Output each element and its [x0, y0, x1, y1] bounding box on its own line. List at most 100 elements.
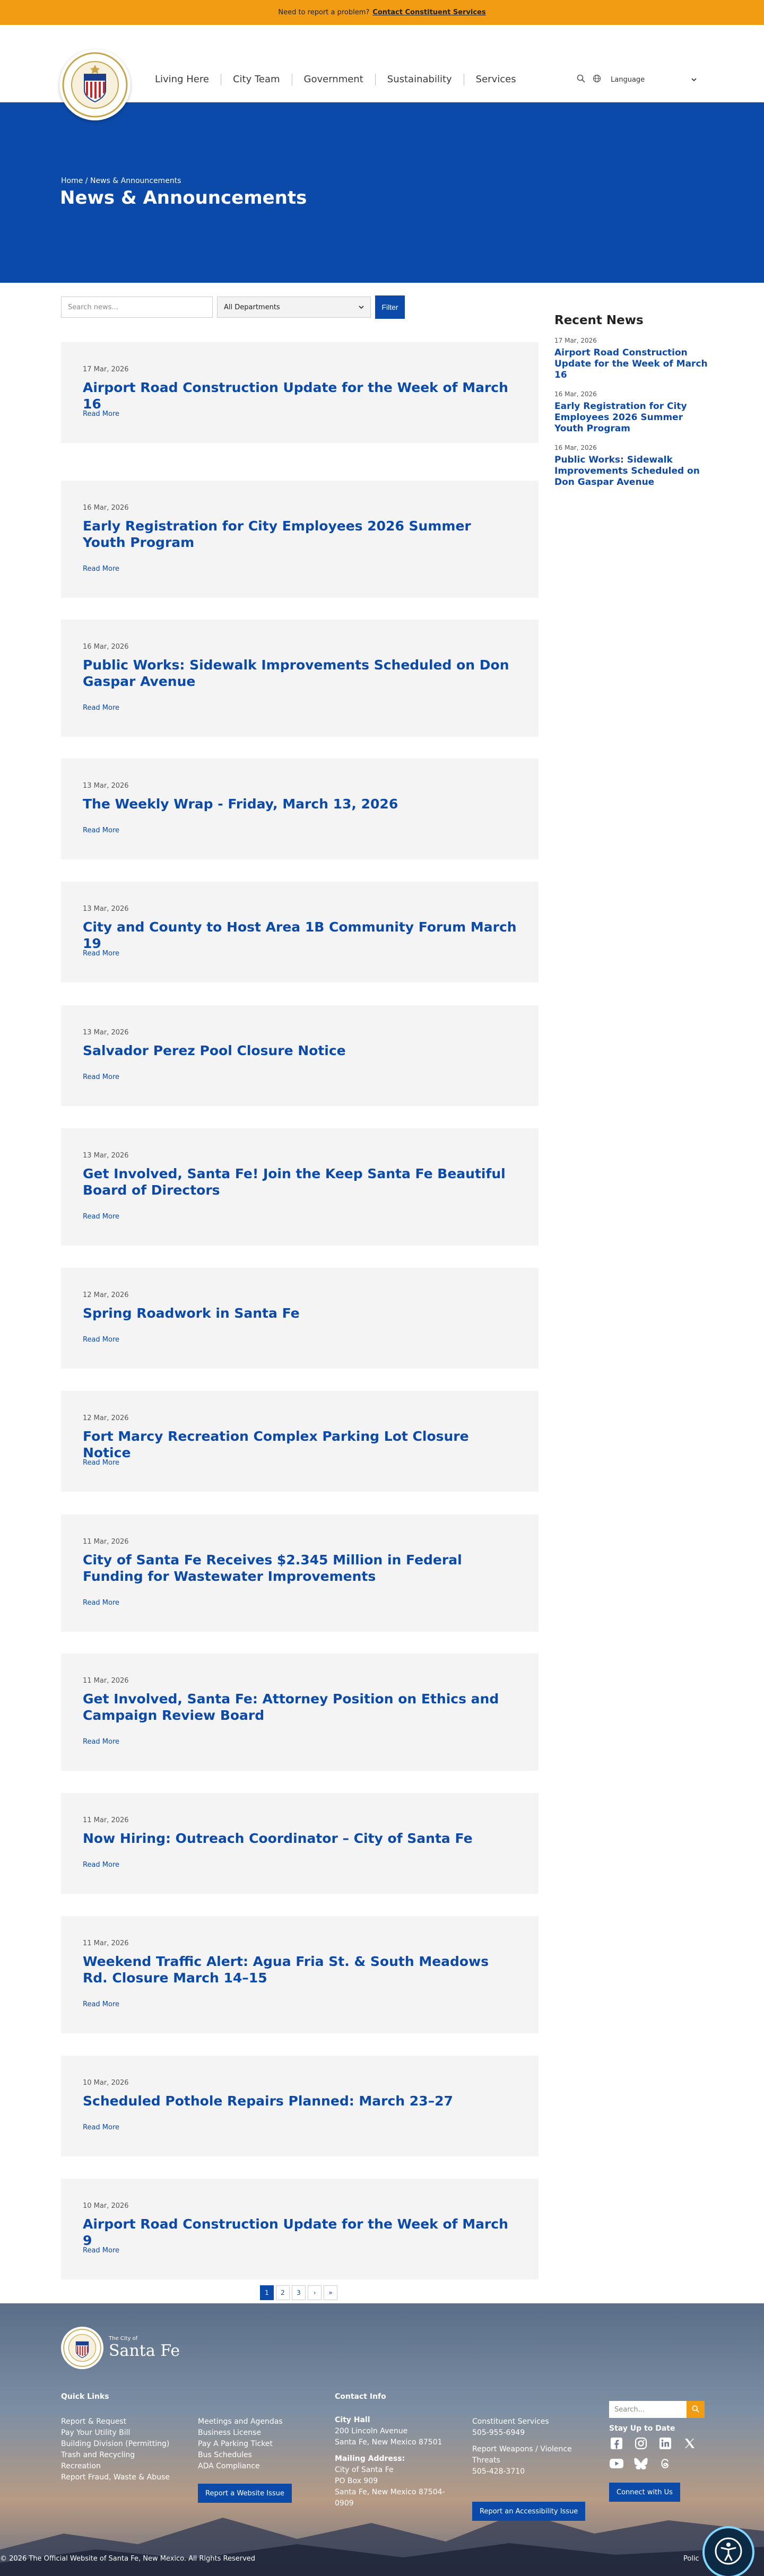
read-more-link[interactable]: Read More [83, 1738, 119, 1746]
news-card: 17 Mar, 2026 Airport Road Construction U… [61, 342, 539, 443]
news-title-link[interactable]: Weekend Traffic Alert: Agua Fria St. & S… [83, 1953, 518, 1986]
footer-search-input[interactable]: Search... [609, 2401, 687, 2418]
footer-link[interactable]: Business License [198, 2427, 283, 2439]
news-title-link[interactable]: City of Santa Fe Receives $2.345 Million… [83, 1552, 518, 1585]
footer-link[interactable]: Report & Request [61, 2416, 170, 2427]
next-page-button[interactable]: › [308, 2285, 322, 2300]
news-title-link[interactable]: Airport Road Construction Update for the… [83, 379, 518, 412]
news-title-link[interactable]: Spring Roadwork in Santa Fe [83, 1305, 518, 1321]
page-2-button[interactable]: 2 [276, 2285, 290, 2300]
news-card: 12 Mar, 2026 Spring Roadwork in Santa Fe… [61, 1268, 539, 1369]
last-page-button[interactable]: » [324, 2285, 337, 2300]
page-title: News & Announcements [60, 187, 307, 208]
search-icon[interactable] [577, 74, 585, 85]
read-more-link[interactable]: Read More [83, 704, 119, 712]
connect-with-us-button[interactable]: Connect with Us [609, 2483, 680, 2502]
news-title-link[interactable]: Fort Marcy Recreation Complex Parking Lo… [83, 1428, 518, 1461]
instagram-icon[interactable] [633, 2436, 648, 2451]
filter-button[interactable]: Filter [375, 295, 405, 319]
news-title-link[interactable]: City and County to Host Area 1B Communit… [83, 919, 518, 952]
read-more-link[interactable]: Read More [83, 1336, 119, 1344]
footer-link[interactable]: Bus Schedules [198, 2450, 283, 2461]
read-more-link[interactable]: Read More [83, 565, 119, 573]
read-more-link[interactable]: Read More [83, 950, 119, 958]
nav-city-team[interactable]: City Team [220, 74, 292, 85]
footer-link[interactable]: Meetings and Agendas [198, 2416, 283, 2427]
x-twitter-icon[interactable] [682, 2436, 697, 2451]
recent-news-link[interactable]: Public Works: Sidewalk Improvements Sche… [554, 455, 708, 488]
linkedin-icon[interactable] [658, 2436, 673, 2451]
read-more-link[interactable]: Read More [83, 1213, 119, 1221]
recent-news-heading: Recent News [554, 314, 644, 327]
threads-icon[interactable] [658, 2456, 673, 2471]
pagination: 1 2 3 › » [260, 2285, 337, 2300]
nav-sustainability[interactable]: Sustainability [375, 74, 464, 85]
footer-logo[interactable]: The City of Santa Fe [61, 2327, 180, 2369]
constituent-services-label: Constituent Services [472, 2417, 549, 2426]
weapons-phone-link[interactable]: 505-428-3710 [472, 2466, 594, 2477]
read-more-link[interactable]: Read More [83, 1459, 119, 1467]
news-title-link[interactable]: Now Hiring: Outreach Coordinator – City … [83, 1830, 518, 1847]
footer-search-button[interactable] [687, 2401, 705, 2418]
breadcrumb: Home / News & Announcements [61, 177, 181, 185]
news-title-link[interactable]: Airport Road Construction Update for the… [83, 2216, 518, 2249]
read-more-link[interactable]: Read More [83, 410, 119, 418]
facebook-icon[interactable] [609, 2436, 624, 2451]
read-more-link[interactable]: Read More [83, 826, 119, 834]
youtube-icon[interactable] [609, 2456, 624, 2471]
breadcrumb-home[interactable]: Home [61, 177, 83, 185]
quick-links-heading: Quick Links [61, 2392, 109, 2401]
footer-link[interactable]: Report Fraud, Waste & Abuse [61, 2472, 170, 2483]
recent-news-link[interactable]: Early Registration for City Employees 20… [554, 401, 708, 434]
main-content: Search news... All Departments Filter 17… [0, 283, 764, 2303]
footer-link[interactable]: Pay A Parking Ticket [198, 2439, 283, 2450]
read-more-link[interactable]: Read More [83, 2000, 119, 2008]
constituent-phone-link[interactable]: 505-955-6949 [472, 2427, 594, 2439]
read-more-link[interactable]: Read More [83, 2124, 119, 2131]
department-select[interactable]: All Departments [217, 297, 371, 318]
nav-services[interactable]: Services [463, 74, 528, 85]
news-title-link[interactable]: The Weekly Wrap - Friday, March 13, 2026 [83, 796, 518, 812]
social-row-1 [609, 2436, 697, 2451]
footer-link[interactable]: Pay Your Utility Bill [61, 2427, 170, 2439]
read-more-link[interactable]: Read More [83, 1073, 119, 1081]
contact-constituent-services-link[interactable]: Contact Constituent Services [372, 8, 485, 16]
alert-text: Need to report a problem? [278, 8, 370, 16]
quick-links-col-2: Meetings and Agendas Business License Pa… [198, 2416, 283, 2472]
accessibility-widget-button[interactable] [702, 2526, 754, 2576]
page-3-button[interactable]: 3 [292, 2285, 306, 2300]
news-date: 16 Mar, 2026 [83, 504, 129, 512]
read-more-link[interactable]: Read More [83, 1861, 119, 1869]
quick-links-col-1: Report & Request Pay Your Utility Bill B… [61, 2416, 170, 2483]
news-title-link[interactable]: Scheduled Pothole Repairs Planned: March… [83, 2093, 518, 2109]
policies-link[interactable]: Polic [683, 2555, 699, 2563]
nav-government[interactable]: Government [291, 74, 375, 85]
news-title-link[interactable]: Public Works: Sidewalk Improvements Sche… [83, 657, 518, 690]
news-date: 13 Mar, 2026 [83, 1029, 129, 1037]
read-more-link[interactable]: Read More [83, 1599, 119, 1607]
news-card: 11 Mar, 2026 Get Involved, Santa Fe: Att… [61, 1653, 539, 1771]
report-website-issue-button[interactable]: Report a Website Issue [198, 2484, 292, 2503]
read-more-link[interactable]: Read More [83, 2247, 119, 2255]
news-card: 11 Mar, 2026 Weekend Traffic Alert: Agua… [61, 1916, 539, 2033]
footer-link[interactable]: Trash and Recycling [61, 2450, 170, 2461]
news-title-link[interactable]: Salvador Perez Pool Closure Notice [83, 1042, 518, 1059]
news-search-input[interactable]: Search news... [61, 297, 213, 318]
news-date: 17 Mar, 2026 [83, 365, 129, 373]
report-accessibility-issue-button[interactable]: Report an Accessibility Issue [472, 2502, 586, 2521]
news-title-link[interactable]: Get Involved, Santa Fe: Attorney Positio… [83, 1691, 518, 1724]
page-1-button[interactable]: 1 [260, 2285, 274, 2300]
footer-link[interactable]: Recreation [61, 2461, 170, 2472]
news-title-link[interactable]: Early Registration for City Employees 20… [83, 518, 518, 551]
bluesky-icon[interactable] [633, 2456, 648, 2471]
department-select-value: All Departments [224, 303, 280, 311]
nav-living-here[interactable]: Living Here [143, 74, 221, 85]
city-seal-logo[interactable] [59, 49, 131, 120]
footer-link[interactable]: ADA Compliance [198, 2461, 283, 2472]
contact-info-heading: Contact Info [335, 2392, 386, 2401]
footer-logo-text: The City of Santa Fe [109, 2336, 180, 2360]
news-title-link[interactable]: Get Involved, Santa Fe! Join the Keep Sa… [83, 1165, 518, 1198]
recent-news-link[interactable]: Airport Road Construction Update for the… [554, 347, 708, 381]
language-select[interactable]: Language [609, 72, 699, 88]
footer-link[interactable]: Building Division (Permitting) [61, 2439, 170, 2450]
